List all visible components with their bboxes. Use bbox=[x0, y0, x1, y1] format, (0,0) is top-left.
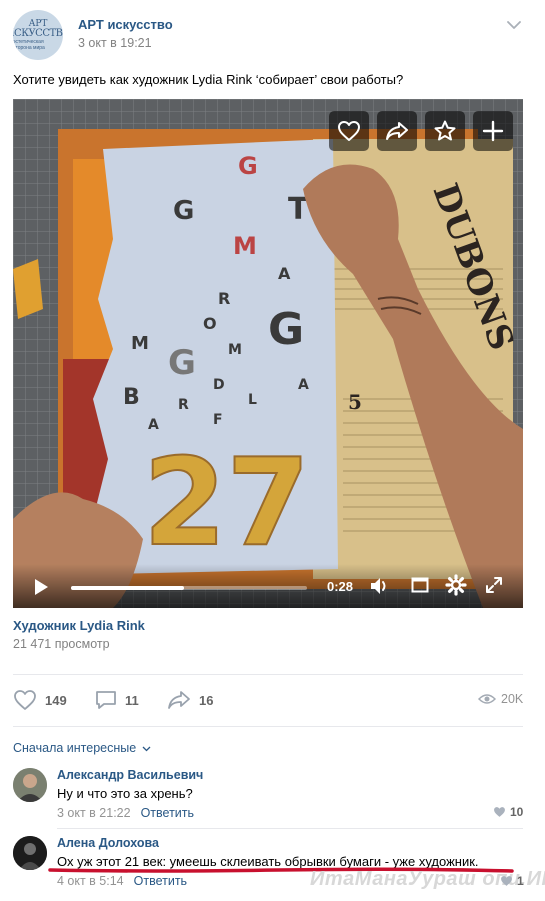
comment-text: Ну и что это за хрень? bbox=[57, 786, 193, 801]
comment-meta: 4 окт в 5:14 Ответить bbox=[57, 874, 187, 888]
stencil-letter: F bbox=[213, 412, 223, 428]
stencil-letter: L bbox=[248, 392, 257, 408]
video-title-link[interactable]: Художник Lydia Rink bbox=[13, 618, 145, 633]
comment-meta: 3 окт в 21:22 Ответить bbox=[57, 806, 194, 820]
comment-avatar[interactable] bbox=[13, 836, 47, 870]
comment-count: 11 bbox=[125, 692, 139, 708]
stencil-letter: R bbox=[178, 397, 189, 413]
play-icon[interactable] bbox=[33, 578, 49, 596]
video-add-button[interactable] bbox=[473, 111, 513, 151]
stencil-letter: B bbox=[123, 385, 140, 410]
miniplayer-icon[interactable] bbox=[411, 576, 429, 594]
chevron-down-icon[interactable] bbox=[505, 18, 523, 32]
plus-icon bbox=[482, 120, 504, 142]
comment-button[interactable]: 11 bbox=[95, 689, 139, 711]
video-time: 0:28 bbox=[327, 579, 354, 594]
video-views: 21 471 просмотр bbox=[13, 637, 110, 651]
comment-icon bbox=[96, 691, 116, 709]
stencil-letter: A bbox=[148, 417, 159, 433]
share-count: 16 bbox=[199, 692, 214, 708]
video-favorite-button[interactable] bbox=[425, 111, 465, 151]
stencil-letter: G bbox=[238, 152, 258, 180]
stencil-letter: G bbox=[268, 304, 304, 355]
big-number: 27 bbox=[143, 434, 310, 573]
divider bbox=[13, 726, 523, 727]
fullscreen-icon[interactable] bbox=[485, 576, 503, 594]
stencil-letter: A bbox=[278, 264, 291, 283]
share-icon bbox=[168, 691, 190, 709]
comment-like-button[interactable]: 1 bbox=[500, 874, 524, 888]
group-avatar[interactable]: АРТ ИСКУССТВО эстетическая сторона мира bbox=[13, 10, 63, 60]
stencil-letter: O bbox=[203, 314, 217, 333]
like-count: 149 bbox=[45, 692, 67, 708]
views-count: 20K bbox=[501, 692, 524, 706]
stencil-letter: D bbox=[213, 377, 225, 393]
video-share-button[interactable] bbox=[377, 111, 417, 151]
views-counter: 20K bbox=[478, 692, 523, 706]
video-controls: 0:28 bbox=[13, 564, 523, 608]
avatar-image bbox=[13, 768, 47, 802]
video-progress-fill bbox=[71, 586, 185, 590]
stencil-letter: R bbox=[218, 289, 230, 308]
comment-sort-dropdown[interactable]: Сначала интересные bbox=[13, 741, 151, 755]
reply-button[interactable]: Ответить bbox=[134, 874, 187, 888]
stencil-letter: M bbox=[233, 232, 257, 260]
divider bbox=[13, 674, 523, 675]
post-text: Хотите увидеть как художник Lydia Rink ‘… bbox=[13, 72, 404, 87]
comment-avatar[interactable] bbox=[13, 768, 47, 802]
heart-icon bbox=[494, 807, 505, 817]
comment-date[interactable]: 3 окт в 21:22 bbox=[57, 806, 131, 820]
video-player[interactable]: DUBONS 5 27 G T G M G A R O M G B M A L … bbox=[13, 99, 523, 608]
video-frame: DUBONS 5 27 G T G M G A R O M G B M A L … bbox=[13, 99, 523, 608]
stencil-letter: G bbox=[168, 343, 196, 383]
avatar-image bbox=[13, 836, 47, 870]
stencil-letter: G bbox=[173, 196, 194, 226]
heart-icon bbox=[338, 121, 360, 141]
video-progress-bar[interactable] bbox=[71, 586, 307, 590]
star-icon bbox=[434, 120, 456, 141]
stencil-letter: M bbox=[131, 333, 149, 354]
divider bbox=[57, 828, 523, 829]
like-button[interactable]: 149 bbox=[13, 689, 67, 711]
comment-like-count: 10 bbox=[510, 805, 524, 819]
avatar-line-3: эстетическая сторона мира bbox=[13, 38, 45, 51]
gear-icon[interactable] bbox=[445, 574, 467, 596]
share-button[interactable]: 16 bbox=[167, 689, 213, 711]
comment-like-button[interactable]: 10 bbox=[493, 805, 523, 819]
stencil-letter: M bbox=[228, 342, 242, 358]
group-name-link[interactable]: АРТ искусство bbox=[78, 17, 173, 32]
newspaper-number: 5 bbox=[348, 390, 362, 414]
heart-icon bbox=[501, 876, 512, 886]
comment-like-count: 1 bbox=[517, 874, 524, 888]
chevron-down-icon bbox=[142, 746, 151, 752]
post-date[interactable]: 3 окт в 19:21 bbox=[78, 36, 152, 50]
comment-author-link[interactable]: Алена Долохова bbox=[57, 836, 159, 850]
sort-label: Сначала интересные bbox=[13, 741, 137, 755]
avatar-line-2: ИСКУССТВО bbox=[13, 27, 63, 39]
heart-icon bbox=[14, 690, 36, 710]
eye-icon bbox=[478, 694, 496, 704]
comment-date[interactable]: 4 окт в 5:14 bbox=[57, 874, 124, 888]
reply-button[interactable]: Ответить bbox=[141, 806, 194, 820]
video-like-button[interactable] bbox=[329, 111, 369, 151]
stencil-letter: A bbox=[298, 377, 309, 393]
share-icon bbox=[386, 122, 408, 140]
comment-author-link[interactable]: Александр Васильевич bbox=[57, 768, 203, 782]
volume-icon[interactable] bbox=[369, 576, 391, 596]
